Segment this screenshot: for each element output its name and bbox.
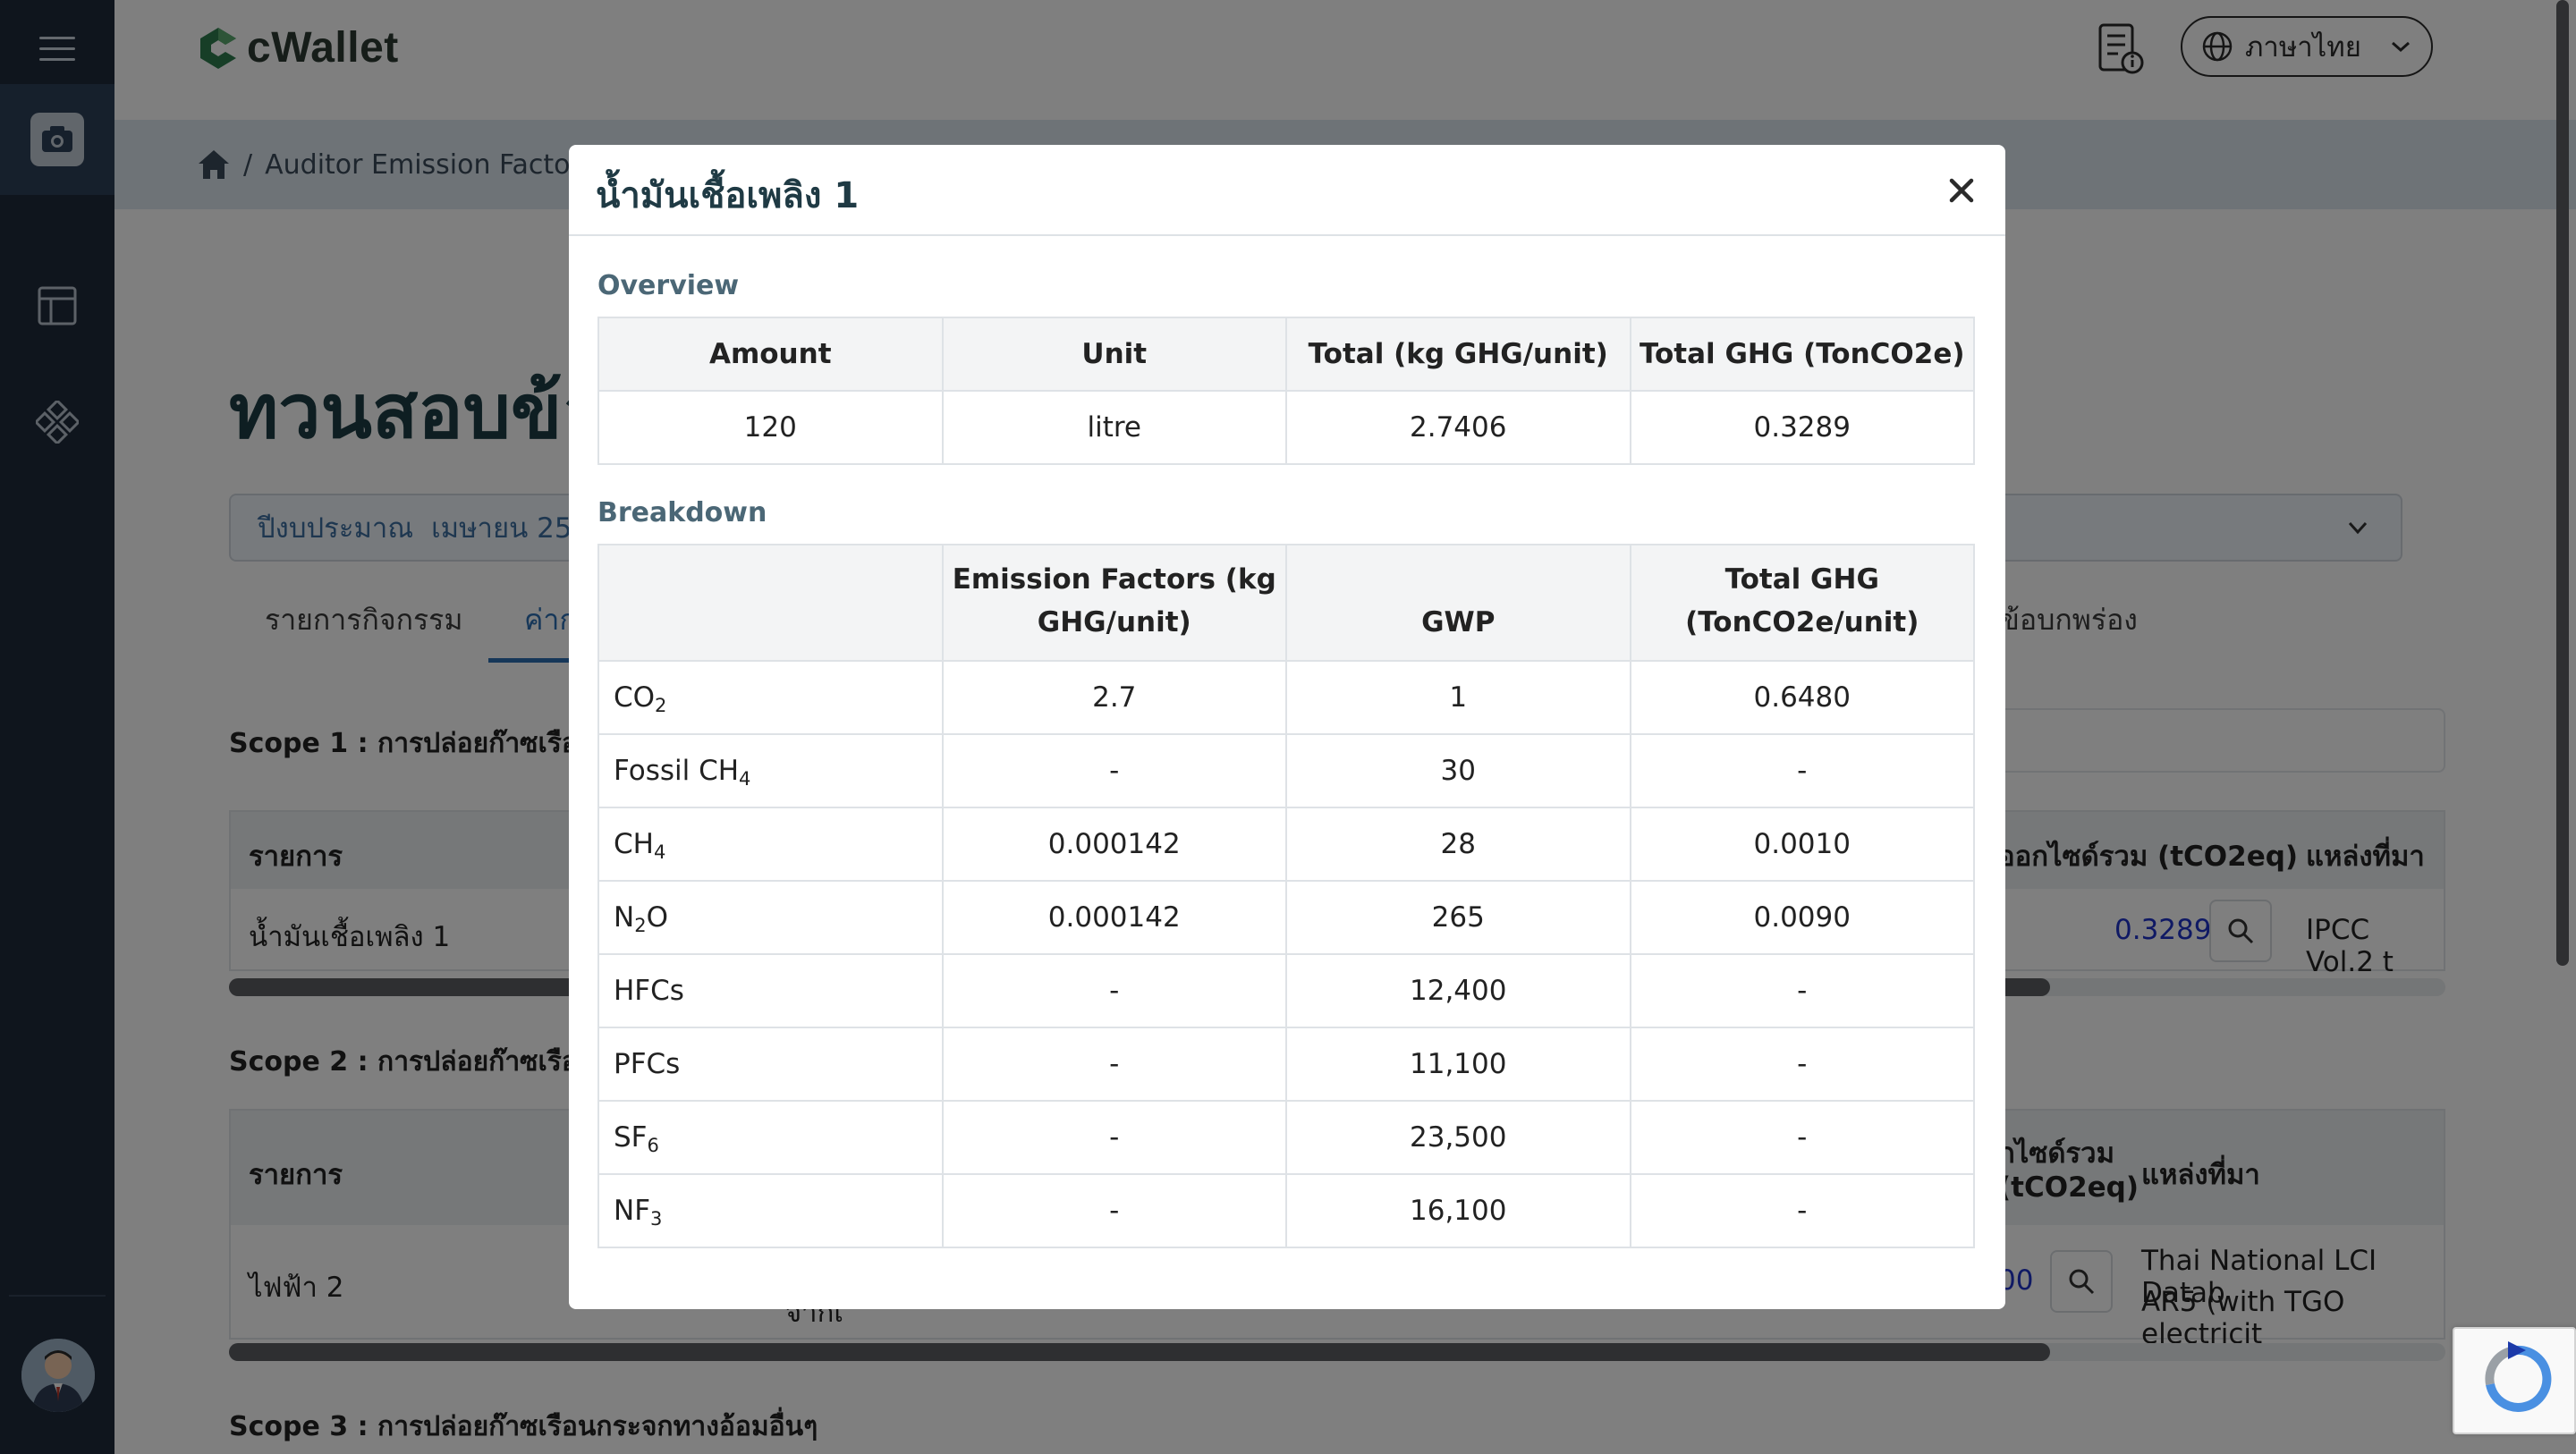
gas-ef: 0.000142 [941,880,1287,955]
breakdown-header-row: Emission Factors (kg GHG/unit) GWP Total… [597,544,1975,662]
gas-gwp: 1 [1285,660,1631,735]
gas-ef: - [941,1173,1287,1248]
gas-total: - [1629,1100,1975,1175]
overview-table: Amount Unit Total (kg GHG/unit) Total GH… [597,317,1975,465]
gas-name: PFCs [597,1027,944,1102]
table-row: CO2 2.7 1 0.6480 [597,660,1975,735]
gas-ef: 0.000142 [941,807,1287,882]
table-row: SF6 - 23,500 - [597,1100,1975,1175]
gas-ef: - [941,1027,1287,1102]
gas-gwp: 11,100 [1285,1027,1631,1102]
modal-close-button[interactable] [1937,166,1986,215]
emission-detail-modal: น้ำมันเชื้อเพลิง 1 Overview Amount Unit … [569,145,2005,1309]
gas-gwp: 265 [1285,880,1631,955]
overview-col-unit: Unit [941,317,1287,392]
gas-name: CO2 [597,660,944,735]
gas-total: - [1629,953,1975,1028]
breakdown-col-gas [597,544,944,662]
recaptcha-badge[interactable] [2453,1327,2576,1434]
gas-total: 0.0090 [1629,880,1975,955]
overview-unit: litre [941,390,1287,465]
gas-name: N2O [597,880,944,955]
breakdown-label: Breakdown [597,497,767,528]
gas-gwp: 28 [1285,807,1631,882]
table-row: PFCs - 11,100 - [597,1027,1975,1102]
table-row: HFCs - 12,400 - [597,953,1975,1028]
recaptcha-icon [2485,1341,2552,1412]
table-row: CH4 0.000142 28 0.0010 [597,807,1975,882]
table-row: NF3 - 16,100 - [597,1173,1975,1248]
gas-total: - [1629,1173,1975,1248]
gas-name: SF6 [597,1100,944,1175]
gas-name: NF3 [597,1173,944,1248]
gas-name: CH4 [597,807,944,882]
gas-ef: - [941,953,1287,1028]
gas-ef: - [941,1100,1287,1175]
gas-ef: - [941,733,1287,808]
overview-col-amount: Amount [597,317,944,392]
gas-gwp: 30 [1285,733,1631,808]
table-row: N2O 0.000142 265 0.0090 [597,880,1975,955]
modal-title: น้ำมันเชื้อเพลิง 1 [596,175,860,216]
overview-col-total-ghg: Total GHG (TonCO2e) [1629,317,1975,392]
overview-total-kg: 2.7406 [1285,390,1631,465]
gas-ef: 2.7 [941,660,1287,735]
overview-row: 120 litre 2.7406 0.3289 [597,390,1975,465]
table-row: Fossil CH4 - 30 - [597,733,1975,808]
close-icon [1949,178,1974,203]
overview-total-ghg: 0.3289 [1629,390,1975,465]
overview-col-total-kg: Total (kg GHG/unit) [1285,317,1631,392]
gas-name: Fossil CH4 [597,733,944,808]
gas-gwp: 23,500 [1285,1100,1631,1175]
overview-label: Overview [597,270,740,301]
breakdown-col-ef: Emission Factors (kg GHG/unit) [941,544,1287,662]
gas-name: HFCs [597,953,944,1028]
gas-gwp: 16,100 [1285,1173,1631,1248]
breakdown-table: Emission Factors (kg GHG/unit) GWP Total… [597,544,1975,1248]
gas-total: - [1629,1027,1975,1102]
gas-total: 0.0010 [1629,807,1975,882]
gas-total: 0.6480 [1629,660,1975,735]
overview-header-row: Amount Unit Total (kg GHG/unit) Total GH… [597,317,1975,392]
gas-gwp: 12,400 [1285,953,1631,1028]
gas-total: - [1629,733,1975,808]
breakdown-col-total: Total GHG (TonCO2e/unit) [1629,544,1975,662]
overview-amount: 120 [597,390,944,465]
breakdown-col-gwp: GWP [1285,544,1631,662]
modal-header: น้ำมันเชื้อเพลิง 1 [569,145,2005,236]
